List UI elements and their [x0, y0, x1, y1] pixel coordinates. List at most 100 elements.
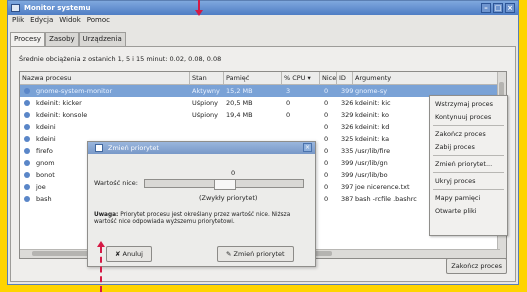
cell-nice: 0: [324, 99, 329, 107]
process-icon: [24, 88, 30, 94]
menu-separator: [433, 125, 504, 126]
cell-nice: 0: [324, 87, 329, 95]
cell-cpu: [282, 121, 320, 133]
maximize-icon[interactable]: □: [493, 3, 503, 13]
cell-name: kdeinit: kicker: [36, 99, 82, 107]
cell-id: 3975: [341, 183, 353, 191]
col-args[interactable]: Argumenty: [353, 72, 500, 84]
annotation-arrow-top: [198, 0, 200, 10]
menu-stop-process[interactable]: Wstrzymaj proces: [435, 98, 493, 110]
minimize-icon[interactable]: –: [481, 3, 491, 13]
cell-mem: 15,2 MB: [226, 87, 253, 95]
cell-nice: 0: [324, 111, 329, 119]
col-cpu[interactable]: % CPU ▾: [282, 72, 320, 84]
dialog-icon: [95, 144, 103, 152]
process-icon: [24, 196, 30, 202]
note-bold-label: Uwaga:: [94, 212, 119, 218]
table-row[interactable]: kdeinit: kickerUśpiony20,5 MB003263kdein…: [20, 97, 500, 109]
change-priority-label: Zmień priorytet: [233, 250, 285, 258]
col-state[interactable]: Stan: [190, 72, 224, 84]
load-average-text: Średnie obciążenia z ostanich 1, 5 i 15 …: [19, 55, 222, 63]
cell-name: kdeini: [36, 123, 56, 131]
menu-memory-maps[interactable]: Mapy pamięci: [435, 192, 480, 204]
nice-value-display: 0: [231, 169, 236, 177]
process-icon: [24, 172, 30, 178]
menu-separator: [433, 155, 504, 156]
menu-end-process[interactable]: Zakończ proces: [435, 128, 486, 140]
cell-mem: [224, 121, 282, 133]
cell-id: 3359: [341, 147, 353, 155]
priority-note: Uwaga: Priorytet procesu jest określany …: [94, 212, 309, 226]
wrench-icon: ✎: [226, 250, 234, 258]
tab-procesy[interactable]: Procesy: [10, 32, 46, 47]
table-row[interactable]: kdeini03261kdeinit: kd: [20, 121, 500, 133]
tab-zasoby[interactable]: Zasoby: [45, 32, 79, 46]
menu-hide-process[interactable]: Ukryj proces: [435, 175, 476, 187]
cell-cpu: 3: [286, 87, 291, 95]
table-header: Nazwa procesu Stan Pamięć rezydentna % C…: [20, 72, 500, 94]
col-id[interactable]: ID: [337, 72, 353, 84]
menubar: Plik Edycja Widok Pomoc: [8, 15, 518, 26]
cell-state: Aktywny: [192, 87, 220, 95]
process-icon: [24, 112, 30, 118]
process-icon: [24, 124, 30, 130]
dialog-title: Zmień priorytet: [108, 144, 159, 152]
menu-edycja[interactable]: Edycja: [30, 15, 53, 26]
cell-id: 3991: [341, 87, 353, 95]
cell-id: 3879: [341, 195, 353, 203]
note-text: Priorytet procesu jest określany przez w…: [94, 212, 291, 225]
menu-plik[interactable]: Plik: [12, 15, 24, 26]
end-process-button[interactable]: Zakończ proces: [446, 258, 507, 274]
cell-id: 3263: [341, 99, 353, 107]
menu-change-priority[interactable]: Zmień priorytet...: [435, 158, 492, 170]
cell-nice: 0: [324, 183, 329, 191]
dialog-titlebar[interactable]: Zmień priorytet ×: [88, 142, 315, 154]
cancel-button[interactable]: ✘ Anuluj: [106, 246, 152, 262]
tab-urzadzenia[interactable]: Urządzenia: [78, 32, 126, 46]
cell-nice: 0: [324, 195, 329, 203]
cell-state: [190, 121, 224, 133]
col-memory[interactable]: Pamięć rezydentna: [224, 72, 282, 94]
cell-nice: 0: [324, 123, 329, 131]
change-priority-button[interactable]: ✎ Zmień priorytet: [217, 246, 294, 262]
close-icon[interactable]: ×: [505, 3, 515, 13]
cell-state: Uśpiony: [192, 111, 219, 119]
menu-kill-process[interactable]: Zabij proces: [435, 141, 475, 153]
menu-pomoc[interactable]: Pomoc: [87, 15, 110, 26]
cell-id: 3261: [341, 123, 353, 131]
cell-nice: 0: [324, 147, 329, 155]
table-row[interactable]: kdeinit: konsoleUśpiony19,4 MB003292kdei…: [20, 109, 500, 121]
cell-nice: 0: [324, 159, 329, 167]
menu-separator: [433, 172, 504, 173]
annotation-arrow-head: [195, 10, 203, 16]
menu-continue-process[interactable]: Kontynuuj proces: [435, 111, 491, 123]
table-row[interactable]: gnome-system-monitor Aktywny 15,2 MB 3 0 3991…: [20, 85, 500, 97]
window-titlebar[interactable]: Monitor systemu – □ ×: [8, 1, 518, 15]
col-nice[interactable]: Nice: [320, 72, 337, 84]
cancel-icon: ✘: [115, 250, 123, 258]
system-monitor-window: Monitor systemu – □ × Plik Edycja Widok …: [7, 0, 519, 285]
cell-nice: 0: [324, 135, 329, 143]
context-menu: Wstrzymaj proces Kontynuuj proces Zakońc…: [429, 95, 508, 236]
cell-mem: 20,5 MB: [226, 99, 253, 107]
process-icon: [24, 100, 30, 106]
cell-name: gnome-system-monitor: [36, 87, 113, 95]
cell-id: 3994: [341, 171, 353, 179]
priority-level-text: (Zwykły priorytet): [199, 194, 258, 202]
cell-state: Uśpiony: [192, 99, 219, 107]
change-priority-dialog: Zmień priorytet × 0 Wartość nice: (Zwykł…: [87, 141, 316, 267]
col-name[interactable]: Nazwa procesu: [20, 72, 190, 84]
close-icon[interactable]: ×: [303, 143, 312, 152]
cell-cpu: 0: [286, 99, 291, 107]
nice-slider[interactable]: [144, 179, 304, 190]
cell-id: 3996: [341, 159, 353, 167]
cell-mem: 19,4 MB: [226, 111, 253, 119]
cell-cpu: 0: [286, 111, 291, 119]
cancel-label: Anuluj: [122, 250, 143, 258]
menu-separator: [433, 189, 504, 190]
slider-knob[interactable]: [214, 179, 236, 190]
menu-open-files[interactable]: Otwarte pliki: [435, 205, 477, 217]
nice-value-label: Wartość nice:: [94, 179, 138, 187]
menu-widok[interactable]: Widok: [59, 15, 81, 26]
app-icon: [11, 4, 20, 12]
